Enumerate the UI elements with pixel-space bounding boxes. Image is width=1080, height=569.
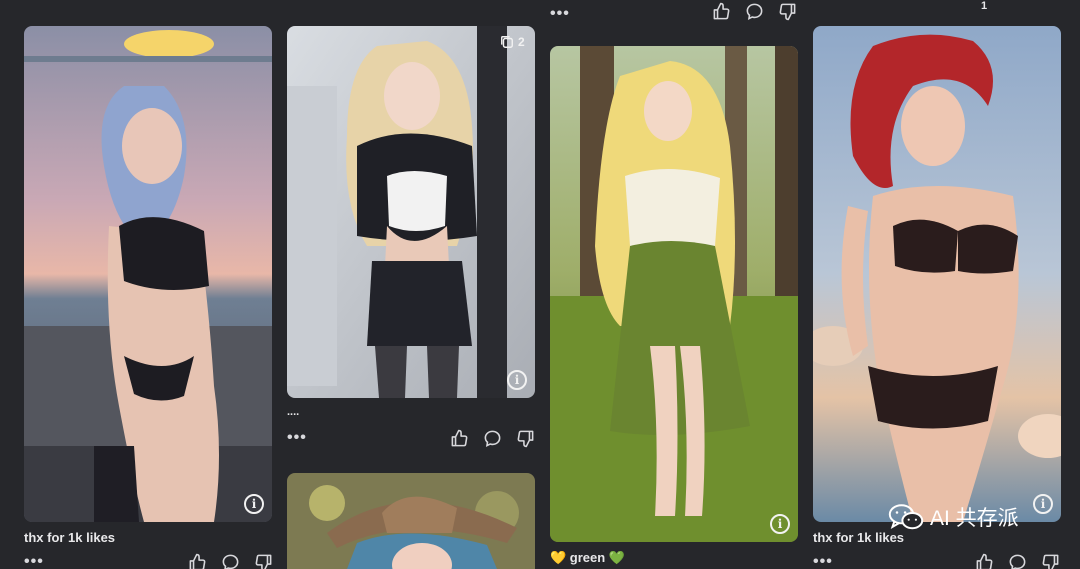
image-count: 2 bbox=[518, 35, 525, 49]
image-card-2[interactable]: 2 i bbox=[287, 26, 535, 398]
wechat-icon bbox=[888, 504, 924, 530]
artwork-blonde-girl-city bbox=[287, 26, 535, 398]
more-options-button[interactable]: ••• bbox=[813, 554, 833, 569]
card-caption-4: thx for 1k likes bbox=[813, 530, 905, 545]
watermark: AI 共存派 bbox=[888, 502, 1019, 532]
artwork-forest-girl bbox=[550, 46, 798, 542]
reaction-bar-4 bbox=[975, 553, 1060, 569]
card-caption-1: thx for 1k likes bbox=[24, 530, 116, 545]
info-icon: i bbox=[777, 517, 783, 531]
info-icon: i bbox=[1040, 497, 1046, 511]
comment-icon[interactable] bbox=[483, 429, 502, 448]
artwork-girl-with-hat bbox=[287, 473, 535, 569]
info-icon: i bbox=[251, 497, 257, 511]
top-counter: 1 bbox=[981, 0, 988, 12]
reaction-bar-1 bbox=[188, 553, 273, 569]
thumbs-up-icon[interactable] bbox=[975, 553, 994, 569]
more-options-button[interactable]: ••• bbox=[550, 6, 570, 22]
artwork-redhead-sky bbox=[813, 26, 1061, 522]
comment-icon[interactable] bbox=[745, 2, 764, 21]
reaction-bar-2 bbox=[450, 429, 535, 448]
info-button[interactable]: i bbox=[1033, 494, 1053, 514]
comment-icon[interactable] bbox=[1008, 553, 1027, 569]
info-button[interactable]: i bbox=[507, 370, 527, 390]
image-card-4[interactable]: i bbox=[813, 26, 1061, 522]
thumbs-down-icon[interactable] bbox=[516, 429, 535, 448]
multi-image-icon bbox=[501, 36, 513, 48]
card-caption-3: 💛 green 💚 bbox=[550, 550, 625, 565]
comment-icon[interactable] bbox=[221, 553, 240, 569]
card-caption-2: .... bbox=[287, 406, 300, 418]
thumbs-down-icon[interactable] bbox=[254, 553, 273, 569]
image-card-5[interactable] bbox=[287, 473, 535, 569]
image-count-badge: 2 bbox=[500, 35, 525, 49]
thumbs-up-icon[interactable] bbox=[450, 429, 469, 448]
artwork-beach-sunset bbox=[24, 26, 272, 522]
thumbs-down-icon[interactable] bbox=[1041, 553, 1060, 569]
more-options-button[interactable]: ••• bbox=[287, 430, 307, 446]
watermark-text: AI 共存派 bbox=[930, 507, 1019, 530]
more-options-button[interactable]: ••• bbox=[24, 554, 44, 569]
reaction-bar-3-top bbox=[712, 2, 797, 21]
thumbs-up-icon[interactable] bbox=[188, 553, 207, 569]
info-button[interactable]: i bbox=[244, 494, 264, 514]
image-card-1[interactable]: i bbox=[24, 26, 272, 522]
thumbs-up-icon[interactable] bbox=[712, 2, 731, 21]
image-card-3[interactable]: i bbox=[550, 46, 798, 542]
info-button[interactable]: i bbox=[770, 514, 790, 534]
thumbs-down-icon[interactable] bbox=[778, 2, 797, 21]
info-icon: i bbox=[514, 373, 520, 387]
